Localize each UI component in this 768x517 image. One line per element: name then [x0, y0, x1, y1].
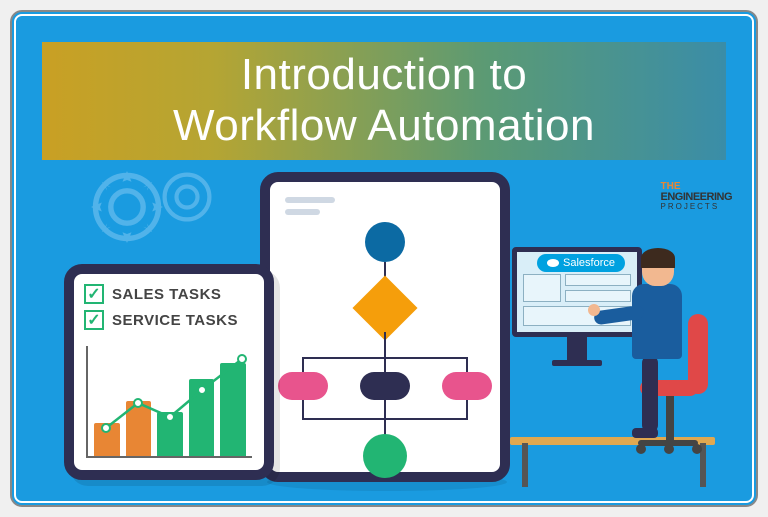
- flowchart-diagram: [270, 222, 500, 482]
- brand-line: PROJECTS: [660, 203, 732, 211]
- tasks-tablet: ✓ SALES TASKS ✓ SERVICE TASKS: [64, 264, 274, 480]
- task-label: SERVICE TASKS: [112, 312, 238, 329]
- flowchart-tablet: [260, 172, 510, 482]
- cloud-icon: [547, 258, 559, 268]
- hamburger-icon: [285, 197, 335, 221]
- bar-chart: [86, 346, 252, 458]
- flow-end-node: [363, 434, 407, 478]
- checkmark-icon: ✓: [84, 284, 104, 304]
- list-item: ✓ SALES TASKS: [84, 284, 254, 304]
- brand-logo: THE ENGINEERING PROJECTS: [660, 182, 732, 211]
- monitor-base: [552, 360, 602, 366]
- illustration-frame: ✓ SALES TASKS ✓ SERVICE TASKS: [10, 10, 758, 507]
- flow-decision-node: [352, 275, 417, 340]
- list-item: ✓ SERVICE TASKS: [84, 310, 254, 330]
- page-title: Introduction toWorkflow Automation: [173, 50, 595, 151]
- flow-start-node: [365, 222, 405, 262]
- task-checklist: ✓ SALES TASKS ✓ SERVICE TASKS: [74, 274, 264, 330]
- desk-leg: [522, 443, 528, 487]
- line-chart-overlay: [94, 346, 254, 456]
- task-label: SALES TASKS: [112, 286, 221, 303]
- monitor-stand: [567, 337, 587, 362]
- flow-process-node: [278, 372, 328, 400]
- flow-process-node: [442, 372, 492, 400]
- title-banner: Introduction toWorkflow Automation: [42, 42, 726, 160]
- flow-process-node: [360, 372, 410, 400]
- checkmark-icon: ✓: [84, 310, 104, 330]
- gear-icon: [152, 162, 222, 232]
- app-label: Salesforce: [563, 257, 615, 269]
- salesforce-badge: Salesforce: [537, 254, 625, 272]
